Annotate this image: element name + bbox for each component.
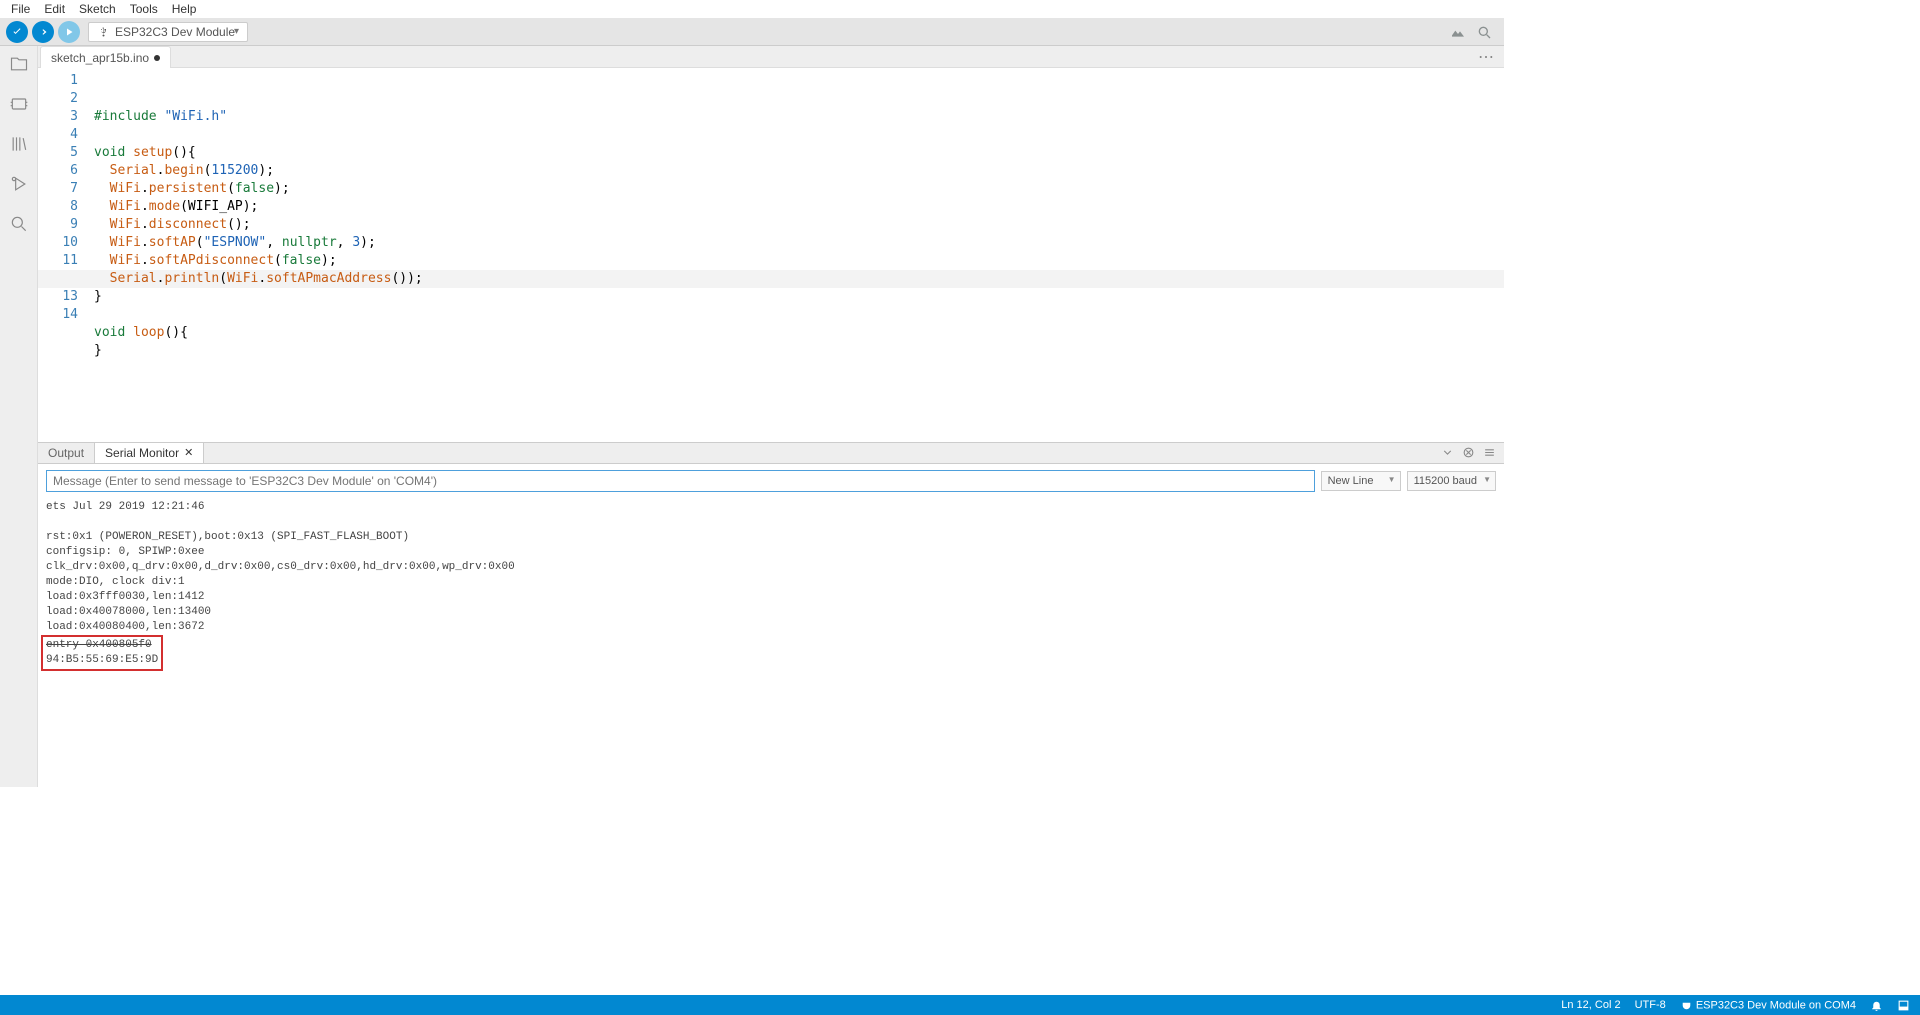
panel-tab-serial-monitor[interactable]: Serial Monitor ✕: [94, 443, 204, 463]
code-area[interactable]: #include "WiFi.h" void setup(){ Serial.b…: [86, 68, 1504, 442]
chevron-down-icon: ▼: [1388, 475, 1396, 484]
boards-manager-icon[interactable]: [9, 94, 29, 114]
cancel-icon[interactable]: [1462, 446, 1475, 459]
line-ending-select[interactable]: New Line ▼: [1321, 471, 1401, 491]
menu-file[interactable]: File: [4, 2, 37, 16]
editor-tabs: sketch_apr15b.ino ⋯: [38, 46, 1504, 68]
menu-bar: File Edit Sketch Tools Help: [0, 0, 1504, 18]
line-gutter: 1234567891011121314: [38, 68, 86, 442]
baud-rate-select[interactable]: 115200 baud ▼: [1407, 471, 1496, 491]
bell-icon[interactable]: [1870, 999, 1883, 1012]
chevron-down-icon: ▼: [1483, 475, 1491, 484]
main: sketch_apr15b.ino ⋯ 1234567891011121314 …: [0, 46, 1504, 787]
close-icon[interactable]: ✕: [184, 446, 193, 459]
usb-icon: [97, 26, 109, 38]
menu-tools[interactable]: Tools: [123, 2, 165, 16]
status-board[interactable]: ESP32C3 Dev Module on COM4: [1680, 999, 1856, 1012]
serial-controls: New Line ▼ 115200 baud ▼: [38, 464, 1504, 498]
status-encoding: UTF-8: [1635, 999, 1666, 1011]
plug-icon: [1680, 999, 1693, 1012]
chevron-down-icon: ▾: [234, 26, 239, 37]
unsaved-dot-icon: [154, 55, 160, 61]
left-sidebar: [0, 46, 38, 787]
toolbar: ESP32C3 Dev Module ▾: [0, 18, 1504, 46]
library-manager-icon[interactable]: [9, 134, 29, 154]
debug-button[interactable]: [58, 21, 80, 43]
play-icon: [63, 26, 75, 38]
upload-button[interactable]: [32, 21, 54, 43]
status-bar: Ln 12, Col 2 UTF-8 ESP32C3 Dev Module on…: [0, 995, 1920, 1015]
menu-edit[interactable]: Edit: [37, 2, 72, 16]
debug-sidebar-icon[interactable]: [9, 174, 29, 194]
arrow-right-icon: [37, 26, 49, 38]
serial-plotter-icon[interactable]: [1450, 24, 1466, 40]
verify-button[interactable]: [6, 21, 28, 43]
tab-overflow-icon[interactable]: ⋯: [1478, 47, 1496, 67]
content: sketch_apr15b.ino ⋯ 1234567891011121314 …: [38, 46, 1504, 787]
board-name: ESP32C3 Dev Module: [115, 25, 235, 39]
serial-monitor-panel: New Line ▼ 115200 baud ▼ ets Jul 29 2019…: [38, 464, 1504, 787]
tab-sketch[interactable]: sketch_apr15b.ino: [40, 46, 171, 68]
serial-message-input[interactable]: [46, 470, 1315, 492]
serial-output[interactable]: ets Jul 29 2019 12:21:46 rst:0x1 (POWERO…: [38, 498, 1504, 787]
baud-rate-value: 115200 baud: [1414, 475, 1477, 487]
check-icon: [11, 26, 23, 38]
panel-tab-output[interactable]: Output: [38, 443, 94, 463]
menu-help[interactable]: Help: [165, 2, 204, 16]
menu-sketch[interactable]: Sketch: [72, 2, 123, 16]
folder-icon[interactable]: [9, 54, 29, 74]
panel-tab-serial-label: Serial Monitor: [105, 446, 179, 460]
chevron-down-icon[interactable]: [1441, 446, 1454, 459]
panel-tabs: Output Serial Monitor ✕: [38, 442, 1504, 464]
search-icon[interactable]: [9, 214, 29, 234]
board-selector[interactable]: ESP32C3 Dev Module ▾: [88, 22, 248, 42]
line-ending-value: New Line: [1328, 475, 1374, 487]
tab-label: sketch_apr15b.ino: [51, 51, 149, 65]
serial-monitor-icon[interactable]: [1476, 24, 1492, 40]
status-cursor: Ln 12, Col 2: [1561, 999, 1620, 1011]
toolbar-right: [1450, 24, 1498, 40]
panel-menu-icon[interactable]: [1483, 446, 1496, 459]
close-panel-icon[interactable]: [1897, 999, 1910, 1012]
code-editor[interactable]: 1234567891011121314 #include "WiFi.h" vo…: [38, 68, 1504, 442]
